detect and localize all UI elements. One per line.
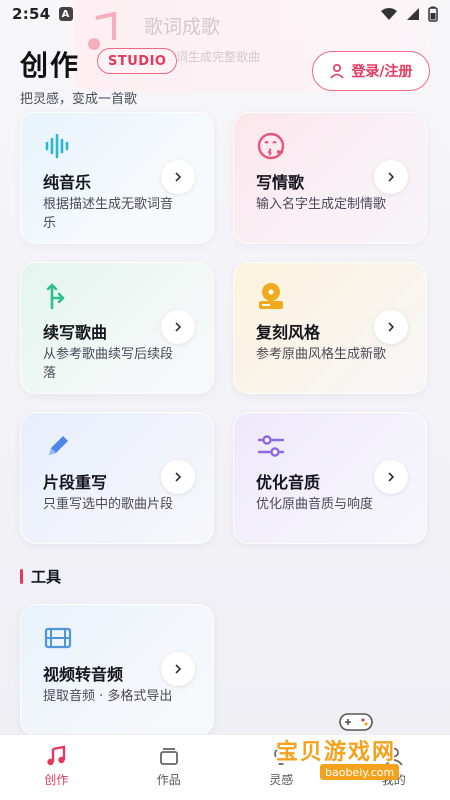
pencil-icon [49,436,68,455]
chevron-right-icon[interactable] [374,160,408,194]
nav-label: 创作 [44,773,69,787]
waveform-icon [45,133,69,159]
chevron-right-icon[interactable] [161,160,195,194]
card-description: 根据描述生成无歌词音乐 [43,197,174,231]
card-description: 参考原曲风格生成新歌 [256,347,387,362]
card-description: 提取音频 · 多格式导出 [43,689,173,704]
card-title: 续写歌曲 [43,323,108,342]
feature-card-pure-music[interactable]: 纯音乐 根据描述生成无歌词音乐 [20,112,214,244]
chevron-right-icon[interactable] [374,460,408,494]
signal-icon [407,8,419,20]
wifi-icon [381,8,397,20]
music-note-icon [47,745,66,766]
card-description: 从参考歌曲续写后续段落 [43,347,174,381]
feature-card-enhance-quality[interactable]: 优化音质 优化原曲音质与响度 [233,412,427,544]
battery-icon [428,6,438,22]
card-title: 复刻风格 [256,323,321,342]
card-title: 纯音乐 [43,173,92,192]
chevron-right-icon[interactable] [161,460,195,494]
card-title: 写情歌 [256,173,305,192]
nav-label: 作品 [156,773,181,787]
page-title: 创作 [20,49,81,82]
feature-card-love-song[interactable]: 写情歌 输入名字生成定制情歌 [233,112,427,244]
tool-card-video-to-audio[interactable]: 视频转音频 提取音频 · 多格式导出 [20,604,214,736]
status-time: 2:54 [12,5,51,23]
card-description: 只重写选中的歌曲片段 [43,497,174,512]
login-register-label: 登录/注册 [351,64,413,80]
card-description: 输入名字生成定制情歌 [256,197,387,212]
login-register-button[interactable]: 登录/注册 [312,51,430,91]
page-header: 创作 STUDIO 把灵感，变成一首歌 登录/注册 [0,38,450,110]
watermark-text: 宝贝游戏网 [276,740,397,765]
feature-card-replicate-style[interactable]: 复刻风格 参考原曲风格生成新歌 [233,262,427,394]
kiss-face-icon [257,132,285,160]
feature-card-continue-song[interactable]: 续写歌曲 从参考歌曲续写后续段落 [20,262,214,394]
gamepad-icon [339,713,373,731]
nav-item-create[interactable]: 创作 [0,735,113,800]
section-title-label: 工具 [31,568,62,586]
branch-arrow-icon [46,283,65,310]
page-subtitle: 把灵感，变成一首歌 [20,92,138,107]
card-title: 优化音质 [256,473,321,492]
section-accent-bar [20,569,23,584]
disc-player-icon [259,283,283,309]
card-title: 视频转音频 [43,665,124,684]
status-bar: 2:54 A [0,0,450,28]
user-icon [330,63,345,79]
watermark: 宝贝游戏网 baobeiy.com [262,708,448,788]
sliders-icon [257,435,285,457]
card-description: 优化原曲音质与响度 [256,497,374,512]
watermark-url: baobeiy.com [320,764,400,780]
chevron-right-icon[interactable] [161,652,195,686]
feature-card-rewrite-segment[interactable]: 片段重写 只重写选中的歌曲片段 [20,412,214,544]
tools-section-title: 工具 [20,566,61,587]
studio-badge: STUDIO [97,48,178,74]
chevron-right-icon[interactable] [374,310,408,344]
film-icon [44,627,72,649]
chevron-right-icon[interactable] [161,310,195,344]
card-title: 片段重写 [43,473,108,492]
notification-a-icon: A [58,7,73,21]
nav-item-works[interactable]: 作品 [113,735,226,800]
stack-icon [159,748,178,765]
status-icons [380,6,438,22]
